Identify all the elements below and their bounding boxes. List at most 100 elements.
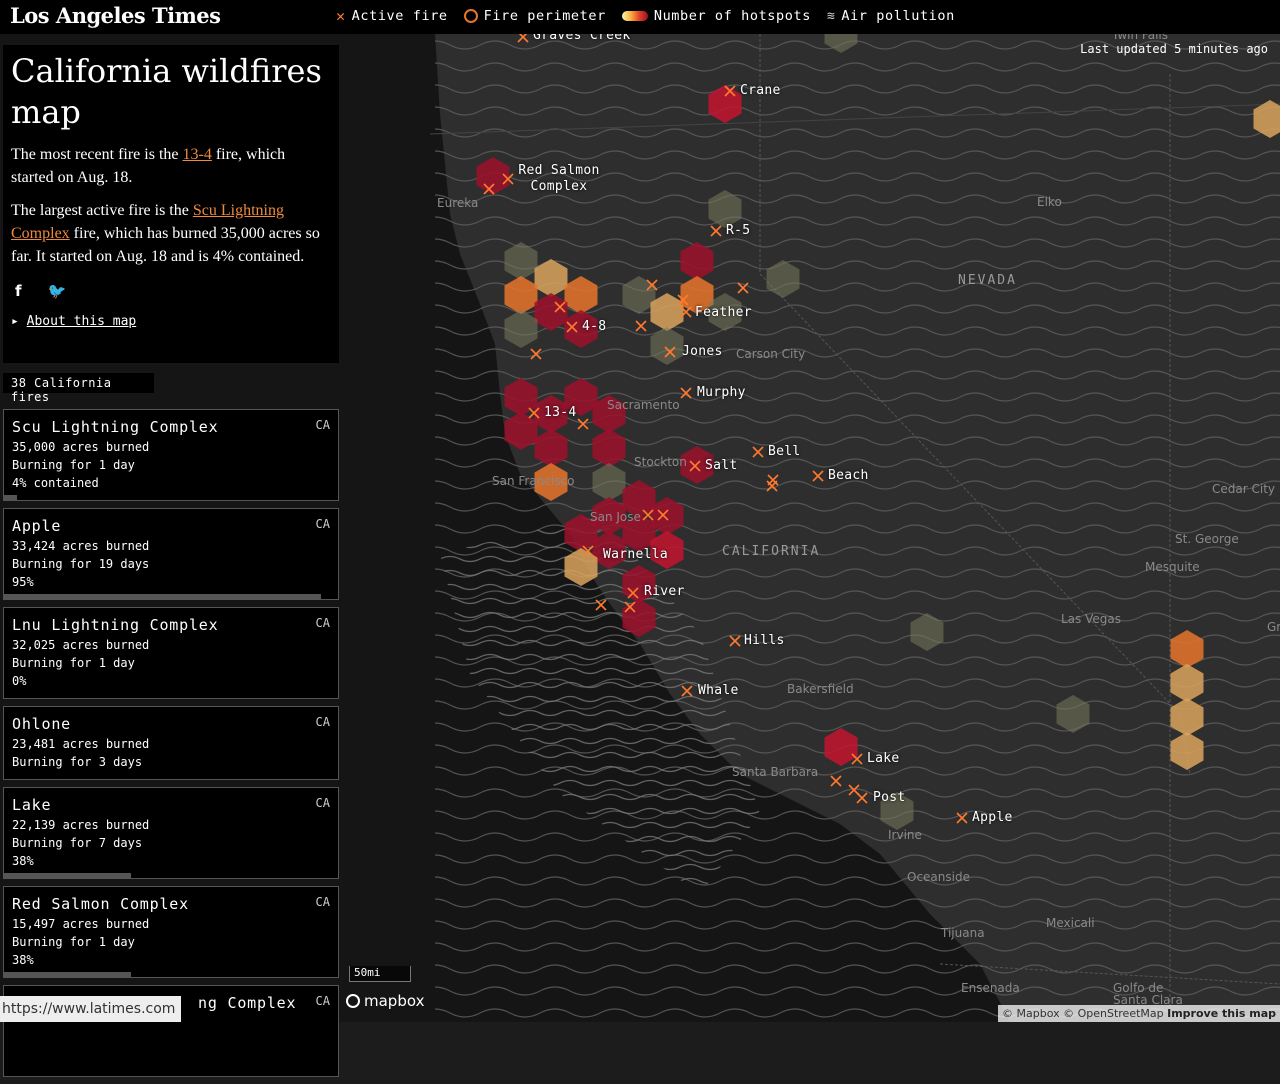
legend-active-fire[interactable]: ✕ Active fire <box>336 8 448 24</box>
legend-label: Fire perimeter <box>484 8 606 24</box>
info-panel: California wildfires map The most recent… <box>3 45 339 363</box>
recent-fire-link[interactable]: 13-4 <box>183 146 212 163</box>
fire-contained: 0% <box>12 672 330 690</box>
fire-burning: Burning for 1 day <box>12 654 330 672</box>
fire-label[interactable]: R-5 <box>726 223 750 238</box>
status-url: https://www.latimes.com <box>0 996 181 1022</box>
fire-label[interactable]: Crane <box>740 83 781 98</box>
circle-outline-icon <box>464 9 478 23</box>
fire-label[interactable]: 4-8 <box>582 319 606 334</box>
map-attribution[interactable]: © Mapbox © OpenStreetMap Improve this ma… <box>998 1005 1280 1022</box>
fire-acres: 35,000 acres burned <box>12 438 330 456</box>
fire-burning: Burning for 19 days <box>12 555 330 573</box>
page-title: California wildfires map <box>11 51 331 133</box>
largest-fire-text: The largest active fire is the Scu Light… <box>11 199 331 268</box>
fire-card[interactable]: Scu Lightning Complex 35,000 acres burne… <box>3 409 339 501</box>
fire-label[interactable]: River <box>644 584 685 599</box>
fire-contained: 95% <box>12 573 330 591</box>
legend-hotspots[interactable]: Number of hotspots <box>622 8 811 24</box>
fire-card[interactable]: Lake 22,139 acres burned Burning for 7 d… <box>3 787 339 879</box>
legend-air-pollution[interactable]: ≋ Air pollution <box>827 8 955 24</box>
fire-burning: Burning for 3 days <box>12 753 330 771</box>
fire-label[interactable]: Beach <box>828 468 869 483</box>
city-label: Cedar City <box>1212 482 1275 496</box>
text: The largest active fire is the <box>11 202 193 219</box>
about-toggle[interactable]: ▸ About this map <box>11 314 331 329</box>
map-legend: ✕ Active fire Fire perimeter Number of h… <box>336 8 955 24</box>
fire-acres: 15,497 acres burned <box>12 915 330 933</box>
city-label: Tijuana <box>941 926 985 940</box>
mapbox-logo[interactable]: mapbox <box>346 992 424 1010</box>
containment-bar <box>4 495 17 500</box>
fire-label[interactable]: Graves Creek <box>533 34 631 43</box>
state-label: CALIFORNIA <box>722 544 820 559</box>
fire-label[interactable]: Bell <box>768 444 801 459</box>
fire-label[interactable]: Red Salmon Complex <box>518 163 600 195</box>
latimes-logo[interactable]: Los Angeles Times <box>10 3 221 28</box>
containment-bar <box>4 972 131 977</box>
fire-name: Apple <box>12 515 330 537</box>
fire-card[interactable]: Apple 33,424 acres burned Burning for 19… <box>3 508 339 600</box>
city-label: Twin Falls <box>1112 34 1168 42</box>
fire-acres: 33,424 acres burned <box>12 537 330 555</box>
city-label: Santa Barbara <box>732 765 818 779</box>
fire-label[interactable]: Hills <box>744 633 785 648</box>
fire-contained: 38% <box>12 852 330 870</box>
city-label: San Jose <box>590 510 641 524</box>
fire-label[interactable]: Whale <box>698 683 739 698</box>
fire-state: CA <box>316 616 330 630</box>
fire-state: CA <box>316 517 330 531</box>
top-bar: Los Angeles Times ✕ Active fire Fire per… <box>0 0 1280 34</box>
city-label: Las Vegas <box>1061 612 1121 626</box>
fire-burning: Burning for 1 day <box>12 456 330 474</box>
scale-bar: 50mi <box>349 966 411 982</box>
fire-burning: Burning for 7 days <box>12 834 330 852</box>
twitter-icon[interactable]: 🐦 <box>48 282 67 300</box>
attribution-text[interactable]: © Mapbox © OpenStreetMap <box>1002 1007 1164 1020</box>
fire-card[interactable]: Red Salmon Complex 15,497 acres burned B… <box>3 886 339 978</box>
legend-fire-perimeter[interactable]: Fire perimeter <box>464 8 606 24</box>
facebook-icon[interactable]: f <box>15 282 22 300</box>
fire-card[interactable]: Lnu Lightning Complex 32,025 acres burne… <box>3 607 339 699</box>
city-label: Gr <box>1267 620 1280 634</box>
city-label: San Francisco <box>492 474 574 488</box>
recent-fire-text: The most recent fire is the 13-4 fire, w… <box>11 143 331 189</box>
fire-label[interactable]: Warnella <box>603 547 668 562</box>
x-icon: ✕ <box>336 9 346 24</box>
fire-label[interactable]: Jones <box>682 344 723 359</box>
about-link[interactable]: About this map <box>27 314 137 329</box>
fire-label[interactable]: Salt <box>705 458 738 473</box>
fire-label[interactable]: Murphy <box>697 385 746 400</box>
city-label: Ensenada <box>961 981 1020 995</box>
fire-label[interactable]: Apple <box>972 810 1013 825</box>
city-label: Eureka <box>437 196 478 210</box>
fire-label[interactable]: Feather <box>695 305 752 320</box>
last-updated: Last updated 5 minutes ago <box>1080 42 1268 56</box>
fire-state: CA <box>316 895 330 909</box>
fire-name: Lnu Lightning Complex <box>12 614 330 636</box>
fire-name: Lake <box>12 794 330 816</box>
city-label: Mexicali <box>1046 916 1095 930</box>
city-label: Golfo de Santa Clara <box>1113 982 1193 1006</box>
legend-label: Active fire <box>352 8 448 24</box>
wave-icon: ≋ <box>827 9 835 24</box>
fire-label[interactable]: Post <box>873 790 906 805</box>
legend-label: Air pollution <box>841 8 954 24</box>
fire-acres: 32,025 acres burned <box>12 636 330 654</box>
city-label: Irvine <box>888 828 922 842</box>
fire-card[interactable]: Ohlone 23,481 acres burned Burning for 3… <box>3 706 339 780</box>
gradient-icon <box>622 11 648 21</box>
state-label: NEVADA <box>958 273 1017 288</box>
city-label: Carson City <box>736 347 805 361</box>
city-label: Stockton <box>634 455 687 469</box>
fire-state: CA <box>316 994 330 1008</box>
social-links: f 🐦 <box>15 282 331 300</box>
fire-state: CA <box>316 715 330 729</box>
improve-map-link[interactable]: Improve this map <box>1167 1007 1276 1020</box>
city-label: Mesquite <box>1145 560 1200 574</box>
fire-label[interactable]: 13-4 <box>544 405 577 420</box>
fire-label[interactable]: Lake <box>867 751 900 766</box>
fire-name: Red Salmon Complex <box>12 893 330 915</box>
fire-list: Scu Lightning Complex 35,000 acres burne… <box>3 409 339 1084</box>
legend-label: Number of hotspots <box>654 8 811 24</box>
